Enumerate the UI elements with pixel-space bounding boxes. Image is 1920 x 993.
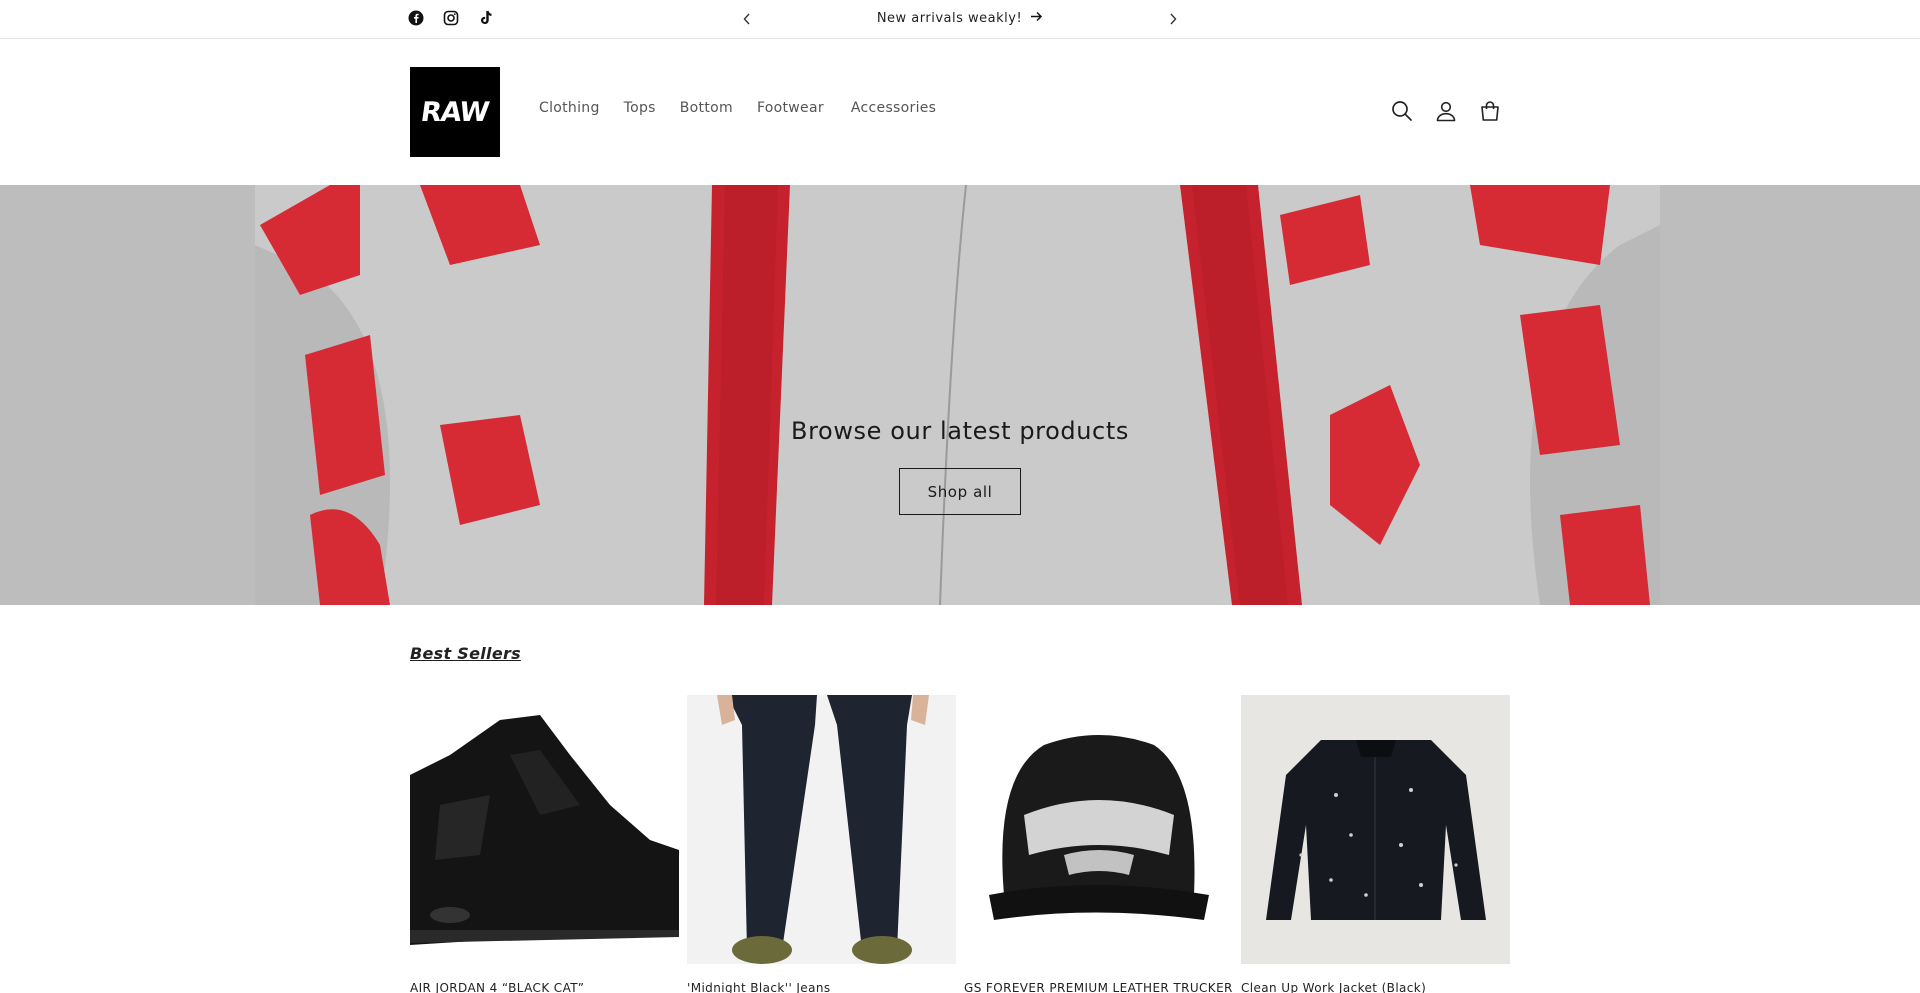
product-title: AIR JORDAN 4 “BLACK CAT”	[410, 981, 585, 993]
product-image	[410, 695, 679, 964]
chevron-right-icon	[1169, 10, 1177, 29]
search-icon[interactable]	[1390, 99, 1414, 123]
logo-text: RAW	[419, 96, 491, 128]
arrow-right-icon	[1030, 11, 1043, 26]
product-card[interactable]: Clean Up Work Jacket (Black)	[1241, 695, 1510, 993]
main-nav: Clothing Tops Bottom Footwear Accessorie…	[527, 100, 948, 116]
product-card[interactable]: 'Midnight Black'' Jeans	[687, 695, 956, 993]
nav-item-clothing[interactable]: Clothing	[527, 100, 612, 116]
nav-item-footwear[interactable]: Footwear	[745, 100, 836, 116]
product-image	[964, 695, 1233, 964]
product-card[interactable]: GS FOREVER PREMIUM LEATHER TRUCKER	[964, 695, 1233, 993]
account-icon[interactable]	[1434, 99, 1458, 123]
shop-all-button[interactable]: Shop all	[899, 468, 1021, 515]
announcement-text: New arrivals weakly!	[876, 10, 1023, 26]
announcement-message: New arrivals weakly!	[0, 0, 1920, 36]
product-title: Clean Up Work Jacket (Black)	[1241, 981, 1427, 993]
hero-title: Browse our latest products	[791, 417, 1129, 445]
product-image	[1241, 695, 1510, 964]
announcement-next-button[interactable]	[1163, 9, 1183, 29]
announcement-link[interactable]: New arrivals weakly!	[877, 11, 1043, 26]
product-title: GS FOREVER PREMIUM LEATHER TRUCKER	[964, 981, 1233, 993]
best-sellers-heading[interactable]: Best Sellers	[410, 644, 521, 663]
announcement-prev-button[interactable]	[737, 9, 757, 29]
product-title: 'Midnight Black'' Jeans	[687, 981, 831, 993]
nav-item-accessories[interactable]: Accessories	[836, 100, 948, 116]
product-card[interactable]: AIR JORDAN 4 “BLACK CAT”	[410, 695, 679, 993]
nav-item-bottom[interactable]: Bottom	[668, 100, 745, 116]
product-image	[687, 695, 956, 964]
nav-item-tops[interactable]: Tops	[612, 100, 668, 116]
chevron-left-icon	[743, 10, 751, 29]
cart-icon[interactable]	[1478, 99, 1502, 123]
header-icons	[1390, 99, 1502, 123]
announcement-bar: New arrivals weakly!	[0, 0, 1920, 39]
hero-banner: Browse our latest products Shop all	[0, 185, 1920, 605]
product-grid: AIR JORDAN 4 “BLACK CAT” 'Midnight Black…	[410, 695, 1510, 993]
site-header: RAW Clothing Tops Bottom Footwear Access…	[0, 39, 1920, 185]
store-logo[interactable]: RAW	[410, 67, 500, 157]
hero-image	[0, 185, 1920, 605]
